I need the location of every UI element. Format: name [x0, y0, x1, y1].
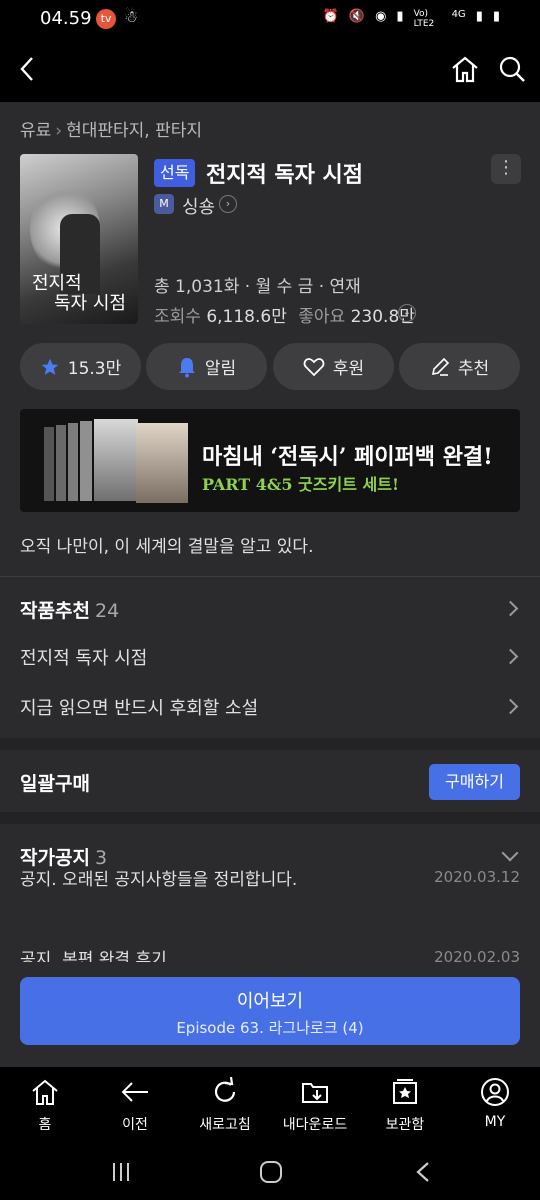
continue-reading-button[interactable]: 이어보기 Episode 63. 라그나로크 (4) [20, 977, 520, 1045]
support-label: 후원 [332, 359, 365, 379]
recent-apps-icon[interactable] [110, 1161, 132, 1183]
back-icon[interactable] [6, 47, 50, 91]
support-button[interactable]: 후원 [273, 343, 394, 390]
home-icon [32, 1079, 58, 1105]
list-item-label: 전지적 독자 시점 [20, 648, 148, 669]
banner-subline: PART 4&5 굿즈키트 세트! [202, 475, 399, 494]
signal-icon: ▮ [396, 9, 404, 24]
chevron-right-icon: › [55, 121, 63, 141]
chevron-down-icon[interactable] [501, 844, 519, 862]
notice-title: 공지. 오래된 공지사항들을 정리합니다. [20, 870, 298, 890]
recommend-label: 추천 [457, 359, 490, 379]
book-meta: 총 1,031화 · 월 수 금 · 연재 [154, 277, 361, 297]
book-title: 전지적 독자 시점 [206, 163, 363, 188]
wifi-icon: ◉ [375, 9, 387, 24]
notice-row-clip: 공지. 본편 완결 후기 2020.02.03 [0, 930, 540, 962]
nav-label: 보관함 [385, 1117, 425, 1133]
notice-date: 2020.02.03 [434, 948, 520, 962]
bottom-navigation: 홈 이전 새로고침 내다운로드 보관함 MY [0, 1067, 540, 1143]
book-stats: 조회수 6,118.6만 좋아요 230.8만 [154, 302, 415, 327]
breadcrumb-item[interactable]: 유료 [20, 121, 51, 141]
views-label: 조회수 [154, 307, 201, 327]
volte-icon: Vo) LTE2 [413, 9, 435, 29]
favorite-button[interactable]: 15.3만 [20, 343, 141, 390]
pencil-icon [431, 357, 449, 376]
book-cover-image[interactable]: 전지적 독자 시점 [20, 154, 138, 324]
clock: 04.59 [40, 8, 92, 29]
nav-my[interactable]: MY [450, 1067, 540, 1143]
alert-label: 알림 [204, 359, 237, 379]
favorite-count: 15.3만 [67, 359, 122, 379]
notice-title[interactable]: 공지. 본편 완결 후기 [20, 945, 167, 962]
recommend-button[interactable]: 추천 [399, 343, 520, 390]
star-icon [41, 358, 59, 375]
download-folder-icon [302, 1083, 328, 1103]
bookmark-star-icon [393, 1079, 417, 1104]
search-icon[interactable] [490, 47, 534, 91]
more-options-icon[interactable]: ⋮ [491, 154, 521, 184]
notice-date: 2020.03.12 [434, 868, 520, 886]
alarm-icon: ⏰ [322, 9, 339, 24]
mute-icon: 🔇 [348, 9, 366, 24]
nav-back[interactable]: 이전 [90, 1067, 180, 1143]
user-icon [481, 1078, 509, 1106]
buy-button[interactable]: 구매하기 [429, 764, 520, 800]
home-icon[interactable] [443, 47, 487, 91]
breadcrumb: 유료 › 현대판타지, 판타지 [20, 116, 202, 141]
views-value: 6,118.6만 [206, 307, 287, 327]
cover-title-line: 독자 시점 [54, 293, 126, 314]
nav-library[interactable]: 보관함 [360, 1067, 450, 1143]
back-arrow-icon [121, 1082, 148, 1102]
divider [0, 576, 540, 577]
promo-banner[interactable]: 마침내 ‘전독시’ 페이퍼백 완결! PART 4&5 굿즈키트 세트! [20, 409, 520, 512]
list-item-label: 지금 읽으면 반드시 후회할 소설 [20, 698, 259, 719]
continue-label: 이어보기 [236, 991, 304, 1012]
author-badge-icon: M [154, 194, 174, 214]
chevron-right-icon[interactable]: › [219, 195, 237, 213]
nav-label: 내다운로드 [282, 1117, 348, 1133]
alert-button[interactable]: 알림 [146, 343, 267, 390]
signal-icon: ▮ [475, 9, 483, 24]
top-app-bar [0, 36, 540, 102]
cover-title-line: 전지적 [32, 273, 82, 294]
list-item[interactable]: 전지적 독자 시점 [20, 644, 520, 670]
nav-label: 새로고침 [199, 1117, 251, 1133]
bulk-purchase-title: 일괄구매 [20, 773, 90, 795]
breadcrumb-item[interactable]: 현대판타지, 판타지 [66, 121, 202, 141]
section-count: 24 [95, 600, 120, 622]
book-description: 오직 나만이, 이 세계의 결말을 알고 있다. [20, 537, 314, 557]
likes-label: 좋아요 [298, 307, 346, 327]
nav-label: MY [484, 1114, 506, 1130]
refresh-icon [214, 1077, 236, 1102]
nav-downloads[interactable]: 내다운로드 [270, 1067, 360, 1143]
tv-app-icon: tv [96, 9, 116, 29]
nav-refresh[interactable]: 새로고침 [180, 1067, 270, 1143]
section-gap [0, 738, 540, 750]
nav-home[interactable]: 홈 [0, 1067, 90, 1143]
chevron-right-icon[interactable] [502, 600, 519, 617]
status-bar: 04.59 tv ☃ ⏰ 🔇 ◉ ▮ Vo) LTE2 4G ▮ ▮ [0, 0, 540, 36]
section-title: 작품추천 [20, 600, 90, 622]
nav-label: 이전 [122, 1117, 148, 1133]
heart-icon [303, 357, 325, 376]
list-item[interactable]: 지금 읽으면 반드시 후회할 소설 [20, 694, 520, 720]
continue-episode: Episode 63. 라그나로크 (4) [176, 1019, 364, 1037]
exclusive-badge: 선독 [154, 159, 196, 187]
home-button-icon[interactable] [259, 1160, 283, 1184]
4g-icon: 4G [451, 9, 466, 20]
chevron-down-icon[interactable]: ⌄ [398, 304, 416, 322]
paperback-books-image [44, 419, 194, 505]
section-gap [0, 812, 540, 824]
status-icons: ⏰ 🔇 ◉ ▮ Vo) LTE2 4G ▮ ▮ [323, 9, 500, 29]
system-back-icon[interactable] [415, 1161, 431, 1183]
system-navigation-bar [0, 1143, 540, 1200]
author-name[interactable]: 싱숑 [182, 193, 215, 219]
pet-app-icon: ☃ [124, 7, 139, 26]
battery-icon: ▮ [492, 9, 500, 24]
bell-icon [178, 357, 195, 377]
recommend-section-header[interactable]: 작품추천 24 [20, 596, 119, 623]
nav-label: 홈 [38, 1117, 52, 1133]
banner-headline: 마침내 ‘전독시’ 페이퍼백 완결! [202, 444, 493, 470]
